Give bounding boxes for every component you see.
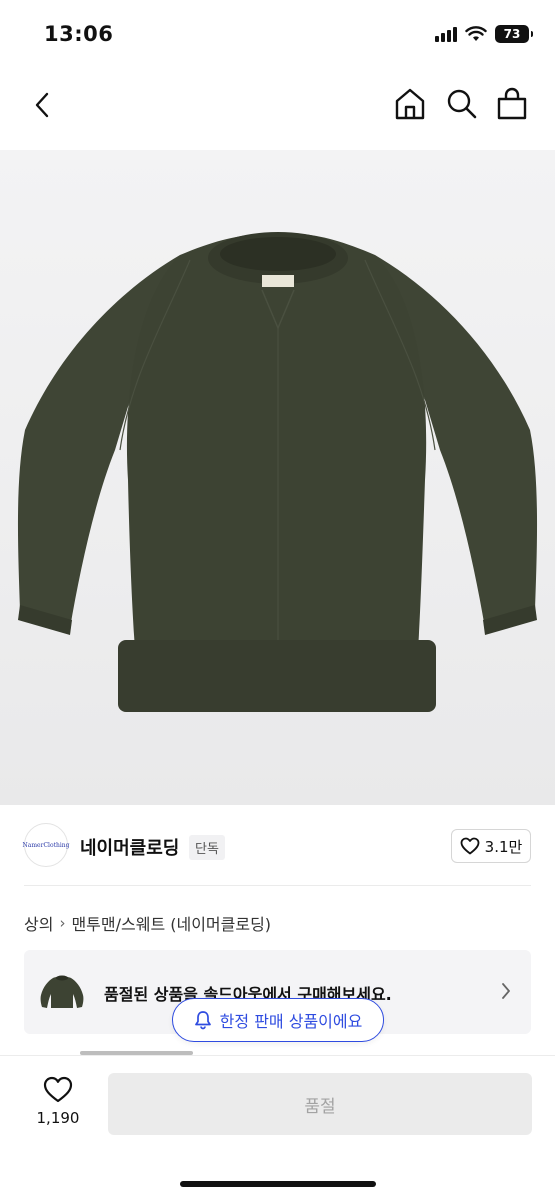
limited-sale-pill[interactable]: 한정 판매 상품이에요 [172, 998, 384, 1042]
cart-button[interactable] [494, 86, 530, 122]
chevron-right-icon [502, 983, 510, 999]
heart-icon [43, 1076, 73, 1103]
brand-like-button[interactable]: 3.1만 [451, 829, 531, 863]
battery-level: 73 [503, 27, 521, 41]
shopping-bag-icon [497, 87, 527, 120]
divider [24, 885, 531, 886]
wifi-icon [465, 26, 487, 41]
home-icon [395, 88, 425, 120]
exclusive-badge: 단독 [189, 835, 225, 860]
limited-sale-text: 한정 판매 상품이에요 [219, 1012, 363, 1031]
brand-like-count: 3.1만 [484, 837, 523, 856]
search-button[interactable] [444, 86, 480, 122]
sweatshirt-image [17, 232, 538, 712]
top-nav [0, 80, 555, 130]
product-image[interactable] [0, 150, 555, 805]
brand-logo-text: NamerClothing [22, 841, 70, 849]
breadcrumb-category[interactable]: 상의 [24, 911, 53, 935]
status-icons: 73 [435, 25, 533, 43]
wishlist-count: 1,190 [36, 1109, 80, 1127]
home-button[interactable] [392, 86, 428, 122]
sweatshirt-thumbnail [40, 975, 84, 1008]
soldout-button-label: 품절 [304, 1096, 336, 1117]
home-indicator [180, 1181, 376, 1187]
signal-icon [435, 26, 457, 42]
brand-name[interactable]: 네이머클로딩 [80, 834, 179, 860]
breadcrumb: 상의 › 맨투맨/스웨트 (네이머클로딩) [24, 911, 271, 935]
breadcrumb-subcategory[interactable]: 맨투맨/스웨트 (네이머클로딩) [71, 911, 271, 935]
back-button[interactable] [26, 88, 58, 122]
brand-logo[interactable]: NamerClothing [22, 823, 70, 867]
status-time: 13:06 [44, 22, 114, 46]
heart-icon [460, 837, 480, 855]
bottom-action-bar: 1,190 품절 [0, 1055, 555, 1200]
status-bar: 13:06 73 [0, 0, 555, 70]
battery-icon: 73 [495, 25, 533, 43]
soldout-button[interactable]: 품절 [108, 1073, 532, 1135]
chevron-right-icon: › [59, 914, 66, 932]
brand-row: NamerClothing 네이머클로딩 단독 3.1만 [0, 815, 555, 885]
bell-icon [194, 1011, 211, 1030]
search-icon [447, 89, 477, 119]
wishlist-button[interactable]: 1,190 [28, 1076, 88, 1136]
chevron-left-icon [35, 92, 49, 118]
